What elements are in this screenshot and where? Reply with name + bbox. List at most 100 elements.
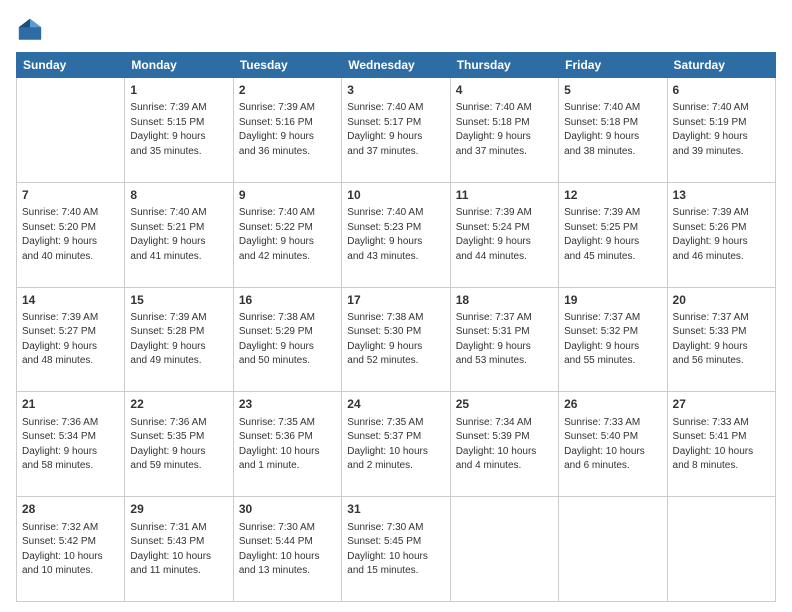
daylight-text: Daylight: 9 hours bbox=[347, 235, 444, 250]
day-number: 30 bbox=[239, 501, 336, 518]
day-number: 31 bbox=[347, 501, 444, 518]
daylight-text: and 41 minutes. bbox=[130, 250, 227, 265]
sunset-text: Sunset: 5:30 PM bbox=[347, 325, 444, 340]
daylight-text: Daylight: 9 hours bbox=[456, 130, 553, 145]
daylight-text: and 56 minutes. bbox=[673, 354, 770, 369]
sunrise-text: Sunrise: 7:40 AM bbox=[673, 101, 770, 116]
calendar-cell bbox=[559, 497, 667, 602]
daylight-text: and 38 minutes. bbox=[564, 145, 661, 160]
sunset-text: Sunset: 5:44 PM bbox=[239, 535, 336, 550]
calendar-table: SundayMondayTuesdayWednesdayThursdayFrid… bbox=[16, 52, 776, 602]
weekday-header-tuesday: Tuesday bbox=[233, 53, 341, 78]
sunset-text: Sunset: 5:21 PM bbox=[130, 221, 227, 236]
calendar-cell: 31Sunrise: 7:30 AMSunset: 5:45 PMDayligh… bbox=[342, 497, 450, 602]
calendar-body: 1Sunrise: 7:39 AMSunset: 5:15 PMDaylight… bbox=[17, 78, 776, 602]
sunset-text: Sunset: 5:36 PM bbox=[239, 430, 336, 445]
daylight-text: and 1 minute. bbox=[239, 459, 336, 474]
sunset-text: Sunset: 5:42 PM bbox=[22, 535, 119, 550]
daylight-text: and 15 minutes. bbox=[347, 564, 444, 579]
calendar-cell: 10Sunrise: 7:40 AMSunset: 5:23 PMDayligh… bbox=[342, 182, 450, 287]
day-number: 21 bbox=[22, 396, 119, 413]
daylight-text: Daylight: 9 hours bbox=[239, 235, 336, 250]
day-number: 15 bbox=[130, 292, 227, 309]
sunset-text: Sunset: 5:39 PM bbox=[456, 430, 553, 445]
calendar-cell: 25Sunrise: 7:34 AMSunset: 5:39 PMDayligh… bbox=[450, 392, 558, 497]
daylight-text: and 10 minutes. bbox=[22, 564, 119, 579]
sunrise-text: Sunrise: 7:39 AM bbox=[130, 311, 227, 326]
sunset-text: Sunset: 5:37 PM bbox=[347, 430, 444, 445]
calendar-cell: 6Sunrise: 7:40 AMSunset: 5:19 PMDaylight… bbox=[667, 78, 775, 183]
sunset-text: Sunset: 5:29 PM bbox=[239, 325, 336, 340]
sunset-text: Sunset: 5:18 PM bbox=[456, 116, 553, 131]
sunset-text: Sunset: 5:19 PM bbox=[673, 116, 770, 131]
calendar-cell bbox=[667, 497, 775, 602]
sunrise-text: Sunrise: 7:30 AM bbox=[239, 521, 336, 536]
sunrise-text: Sunrise: 7:40 AM bbox=[564, 101, 661, 116]
day-number: 10 bbox=[347, 187, 444, 204]
day-number: 2 bbox=[239, 82, 336, 99]
sunrise-text: Sunrise: 7:40 AM bbox=[22, 206, 119, 221]
daylight-text: and 11 minutes. bbox=[130, 564, 227, 579]
day-number: 23 bbox=[239, 396, 336, 413]
day-number: 14 bbox=[22, 292, 119, 309]
daylight-text: Daylight: 9 hours bbox=[456, 235, 553, 250]
daylight-text: Daylight: 9 hours bbox=[456, 340, 553, 355]
day-number: 16 bbox=[239, 292, 336, 309]
sunset-text: Sunset: 5:22 PM bbox=[239, 221, 336, 236]
sunset-text: Sunset: 5:35 PM bbox=[130, 430, 227, 445]
daylight-text: Daylight: 10 hours bbox=[347, 445, 444, 460]
day-number: 3 bbox=[347, 82, 444, 99]
daylight-text: Daylight: 9 hours bbox=[239, 340, 336, 355]
calendar-cell: 1Sunrise: 7:39 AMSunset: 5:15 PMDaylight… bbox=[125, 78, 233, 183]
day-number: 20 bbox=[673, 292, 770, 309]
sunset-text: Sunset: 5:24 PM bbox=[456, 221, 553, 236]
calendar-cell: 2Sunrise: 7:39 AMSunset: 5:16 PMDaylight… bbox=[233, 78, 341, 183]
calendar-cell: 4Sunrise: 7:40 AMSunset: 5:18 PMDaylight… bbox=[450, 78, 558, 183]
daylight-text: and 36 minutes. bbox=[239, 145, 336, 160]
day-number: 11 bbox=[456, 187, 553, 204]
sunset-text: Sunset: 5:40 PM bbox=[564, 430, 661, 445]
day-number: 7 bbox=[22, 187, 119, 204]
day-number: 22 bbox=[130, 396, 227, 413]
sunset-text: Sunset: 5:25 PM bbox=[564, 221, 661, 236]
calendar-cell: 29Sunrise: 7:31 AMSunset: 5:43 PMDayligh… bbox=[125, 497, 233, 602]
weekday-header-friday: Friday bbox=[559, 53, 667, 78]
daylight-text: Daylight: 9 hours bbox=[239, 130, 336, 145]
daylight-text: and 58 minutes. bbox=[22, 459, 119, 474]
calendar-cell: 3Sunrise: 7:40 AMSunset: 5:17 PMDaylight… bbox=[342, 78, 450, 183]
sunrise-text: Sunrise: 7:36 AM bbox=[22, 416, 119, 431]
daylight-text: and 8 minutes. bbox=[673, 459, 770, 474]
calendar-cell: 19Sunrise: 7:37 AMSunset: 5:32 PMDayligh… bbox=[559, 287, 667, 392]
day-number: 6 bbox=[673, 82, 770, 99]
calendar-cell: 30Sunrise: 7:30 AMSunset: 5:44 PMDayligh… bbox=[233, 497, 341, 602]
weekday-row: SundayMondayTuesdayWednesdayThursdayFrid… bbox=[17, 53, 776, 78]
calendar-cell: 14Sunrise: 7:39 AMSunset: 5:27 PMDayligh… bbox=[17, 287, 125, 392]
calendar-cell: 24Sunrise: 7:35 AMSunset: 5:37 PMDayligh… bbox=[342, 392, 450, 497]
sunrise-text: Sunrise: 7:39 AM bbox=[564, 206, 661, 221]
calendar-cell: 5Sunrise: 7:40 AMSunset: 5:18 PMDaylight… bbox=[559, 78, 667, 183]
day-number: 18 bbox=[456, 292, 553, 309]
daylight-text: Daylight: 9 hours bbox=[22, 445, 119, 460]
daylight-text: and 55 minutes. bbox=[564, 354, 661, 369]
daylight-text: and 50 minutes. bbox=[239, 354, 336, 369]
sunrise-text: Sunrise: 7:30 AM bbox=[347, 521, 444, 536]
sunset-text: Sunset: 5:16 PM bbox=[239, 116, 336, 131]
calendar-cell: 7Sunrise: 7:40 AMSunset: 5:20 PMDaylight… bbox=[17, 182, 125, 287]
daylight-text: Daylight: 9 hours bbox=[130, 130, 227, 145]
daylight-text: Daylight: 9 hours bbox=[130, 445, 227, 460]
daylight-text: and 44 minutes. bbox=[456, 250, 553, 265]
daylight-text: and 40 minutes. bbox=[22, 250, 119, 265]
daylight-text: Daylight: 9 hours bbox=[347, 130, 444, 145]
day-number: 8 bbox=[130, 187, 227, 204]
sunset-text: Sunset: 5:41 PM bbox=[673, 430, 770, 445]
calendar-cell: 16 Sunrise: 7:38 AMSunset: 5:29 PMDayligh… bbox=[233, 287, 341, 392]
calendar-cell: 22Sunrise: 7:36 AMSunset: 5:35 PMDayligh… bbox=[125, 392, 233, 497]
daylight-text: and 53 minutes. bbox=[456, 354, 553, 369]
calendar-cell: 27Sunrise: 7:33 AMSunset: 5:41 PMDayligh… bbox=[667, 392, 775, 497]
calendar-cell: 13Sunrise: 7:39 AMSunset: 5:26 PMDayligh… bbox=[667, 182, 775, 287]
sunset-text: Sunset: 5:28 PM bbox=[130, 325, 227, 340]
sunrise-text: Sunrise: 7:38 AM bbox=[239, 311, 336, 326]
sunrise-text: Sunrise: 7:39 AM bbox=[673, 206, 770, 221]
day-number: 19 bbox=[564, 292, 661, 309]
sunrise-text: Sunrise: 7:37 AM bbox=[564, 311, 661, 326]
